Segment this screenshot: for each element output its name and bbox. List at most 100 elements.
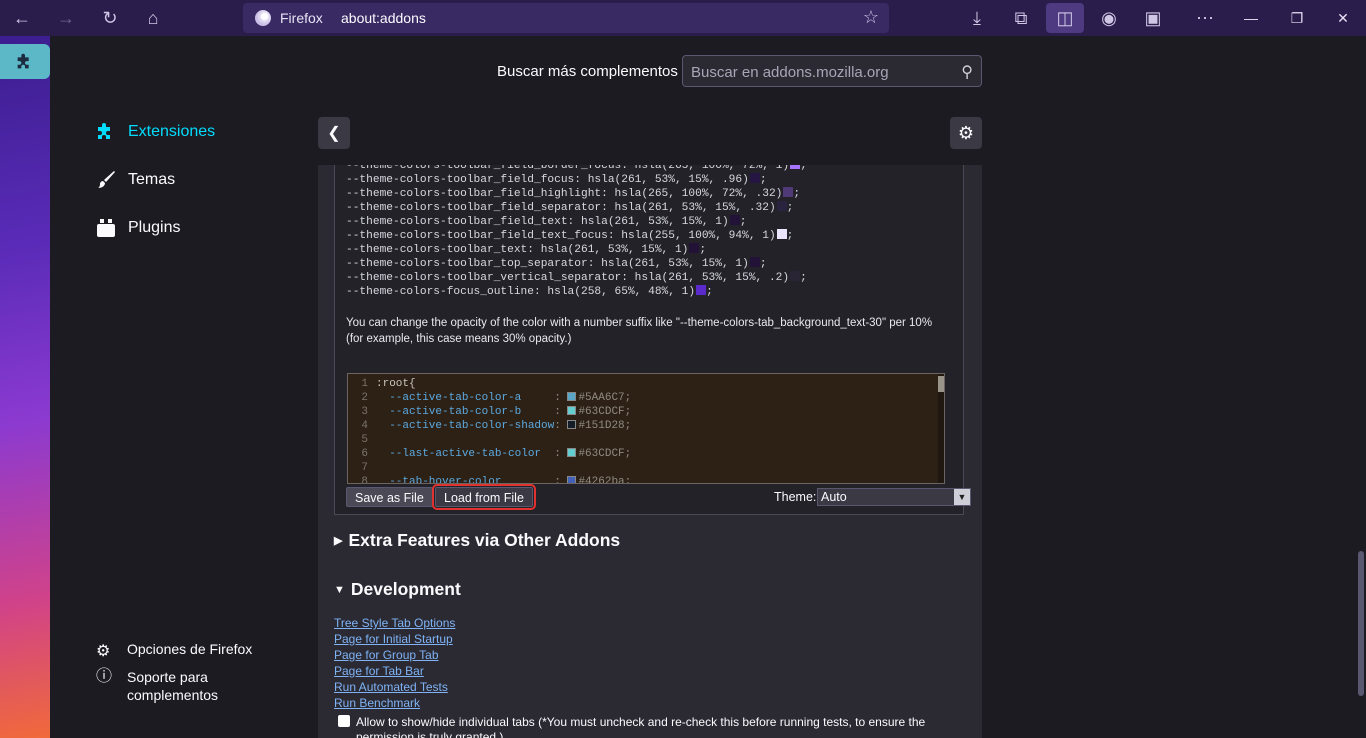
checkbox-label: Allow to show/hide individual tabs (*You… xyxy=(356,715,926,738)
tools-gear-button[interactable]: ⚙ xyxy=(950,117,982,149)
footer-label: Soporte para complementos xyxy=(127,669,219,703)
dev-link[interactable]: Run Automated Tests xyxy=(334,680,448,694)
minimize-icon[interactable]: — xyxy=(1228,0,1274,36)
css-variable-list: --theme-colors-toolbar_field_border_focu… xyxy=(346,165,807,299)
editor-line: 5 xyxy=(361,434,368,446)
chevron-left-icon: ❮ xyxy=(327,125,341,142)
style-options-box: --theme-colors-toolbar_field_border_focu… xyxy=(334,165,971,515)
account-icon[interactable]: ◉ xyxy=(1094,3,1124,33)
css-variable-line: --theme-colors-toolbar_vertical_separato… xyxy=(346,271,807,284)
home-icon[interactable]: ⌂ xyxy=(138,3,168,33)
url-text[interactable]: about:addons xyxy=(341,10,426,26)
theme-select[interactable]: Auto ▼ xyxy=(817,488,971,506)
dev-link[interactable]: Page for Tab Bar xyxy=(334,664,424,678)
sidebar-item-plugins[interactable]: Plugins xyxy=(94,216,180,240)
addons-search-box[interactable]: ⚲ xyxy=(682,55,982,87)
bookmark-star-icon[interactable]: ☆ xyxy=(863,7,879,28)
color-swatch xyxy=(790,271,801,281)
gear-icon: ⚙ xyxy=(957,122,975,143)
containers-icon[interactable]: ⧉ xyxy=(1006,3,1036,33)
editor-line: 6 --last-active-tab-color : #63CDCF; xyxy=(361,448,632,460)
color-swatch[interactable] xyxy=(567,448,577,457)
extra-features-heading[interactable]: ▶ Extra Features via Other Addons xyxy=(334,530,620,551)
addons-search-input[interactable] xyxy=(691,62,946,82)
editor-lines: 1:root{ 2 --active-tab-color-a : #5AA6C7;… xyxy=(348,377,632,484)
dev-link[interactable]: Tree Style Tab Options xyxy=(334,616,455,630)
section-title: Extra Features via Other Addons xyxy=(348,530,621,550)
download-icon[interactable]: ⤓ xyxy=(962,3,992,33)
color-swatch xyxy=(749,257,760,267)
css-variable-line: --theme-colors-toolbar_field_border_focu… xyxy=(346,165,807,173)
color-swatch xyxy=(729,215,740,225)
page-scrollbar[interactable] xyxy=(1356,36,1366,738)
chevron-down-icon: ▼ xyxy=(954,489,970,505)
color-swatch[interactable] xyxy=(567,476,577,483)
css-variable-line: --theme-colors-focus_outline: hsla(258, … xyxy=(346,285,713,298)
development-heading[interactable]: ▼ Development xyxy=(334,579,461,600)
color-swatch xyxy=(689,243,700,253)
css-variable-line: --theme-colors-toolbar_field_text: hsla(… xyxy=(346,215,747,228)
editor-line: 2 --active-tab-color-a : #5AA6C7; xyxy=(361,392,632,404)
search-icon[interactable]: ⚲ xyxy=(961,62,973,82)
sidebar-item-label: Plugins xyxy=(128,219,181,236)
restore-icon[interactable]: ❐ xyxy=(1274,0,1320,36)
plugin-icon xyxy=(94,216,118,240)
editor-line: 4 --active-tab-color-shadow: #151D28; xyxy=(361,420,632,432)
sidebar-item-label: Extensiones xyxy=(128,123,216,140)
collapse-triangle-icon: ▼ xyxy=(334,584,345,596)
forward-arrow-icon[interactable]: → xyxy=(51,3,81,33)
color-swatch xyxy=(783,187,794,197)
css-editor[interactable]: 1:root{ 2 --active-tab-color-a : #5AA6C7;… xyxy=(347,373,945,484)
sidebar-toggle-icon[interactable]: ◫ xyxy=(1046,3,1084,33)
show-hide-tabs-checkbox[interactable] xyxy=(338,715,350,727)
search-label: Buscar más complementos xyxy=(497,63,678,80)
editor-line: 7 xyxy=(361,462,368,474)
theme-select-value: Auto xyxy=(821,490,847,504)
editor-line: 8 --tab-hover-color : #4262ba; xyxy=(361,476,632,484)
section-title: Development xyxy=(350,579,461,599)
opacity-note: You can change the opacity of the color … xyxy=(346,317,933,345)
browser-toolbar: ← → ↻ ⌂ Firefox about:addons ☆ ⤓ ⧉ ◫ ◉ ▣… xyxy=(0,0,1366,36)
close-icon[interactable]: ✕ xyxy=(1320,0,1366,36)
css-variable-line: --theme-colors-toolbar_field_focus: hsla… xyxy=(346,173,767,186)
menu-dots-icon[interactable]: ⋯ xyxy=(1190,3,1220,33)
color-swatch[interactable] xyxy=(567,420,577,429)
css-variable-line: --theme-colors-toolbar_top_separator: hs… xyxy=(346,257,767,270)
css-variable-line: --theme-colors-toolbar_field_text_focus:… xyxy=(346,229,794,242)
save-as-file-button[interactable]: Save as File xyxy=(346,487,433,507)
addon-sidebar-button[interactable] xyxy=(0,44,50,79)
css-variable-line: --theme-colors-toolbar_text: hsla(261, 5… xyxy=(346,243,707,256)
extension-options-panel: --theme-colors-toolbar_field_border_focu… xyxy=(318,165,982,738)
scrollbar-thumb[interactable] xyxy=(1358,551,1364,696)
color-swatch xyxy=(776,229,787,239)
editor-line: 3 --active-tab-color-b : #63CDCF; xyxy=(361,406,632,418)
editor-line: 1:root{ xyxy=(361,378,416,390)
sidebar-background xyxy=(0,36,50,738)
back-arrow-icon[interactable]: ← xyxy=(7,3,37,33)
color-swatch xyxy=(696,285,707,295)
help-icon: ⓘ xyxy=(96,668,113,685)
firefox-options-link[interactable]: ⚙ Opciones de Firefox xyxy=(96,641,252,661)
editor-scrollbar[interactable] xyxy=(938,374,944,483)
sidebar-item-extensions[interactable]: Extensiones xyxy=(94,120,215,144)
dev-link[interactable]: Run Benchmark xyxy=(334,696,420,710)
color-swatch xyxy=(790,165,801,169)
gear-icon: ⚙ xyxy=(96,643,111,660)
dev-link[interactable]: Page for Initial Startup xyxy=(334,632,453,646)
url-bar[interactable]: Firefox about:addons ☆ xyxy=(243,3,889,33)
back-button[interactable]: ❮ xyxy=(318,117,350,149)
identity-label: Firefox xyxy=(280,10,323,26)
css-variable-line: --theme-colors-toolbar_field_separator: … xyxy=(346,201,794,214)
dev-link[interactable]: Page for Group Tab xyxy=(334,648,439,662)
reload-icon[interactable]: ↻ xyxy=(95,3,125,33)
footer-label: Opciones de Firefox xyxy=(127,641,253,657)
load-from-file-button[interactable]: Load from File xyxy=(432,484,536,510)
sidebar-item-label: Temas xyxy=(128,171,176,188)
addons-support-link[interactable]: ⓘ Soporte para complementos xyxy=(96,668,218,704)
extension-icon[interactable]: ▣ xyxy=(1138,3,1168,33)
color-swatch[interactable] xyxy=(567,406,577,415)
css-variable-line: --theme-colors-toolbar_field_highlight: … xyxy=(346,187,801,200)
color-swatch xyxy=(776,201,787,211)
color-swatch[interactable] xyxy=(567,392,577,401)
sidebar-item-themes[interactable]: Temas xyxy=(94,168,175,192)
